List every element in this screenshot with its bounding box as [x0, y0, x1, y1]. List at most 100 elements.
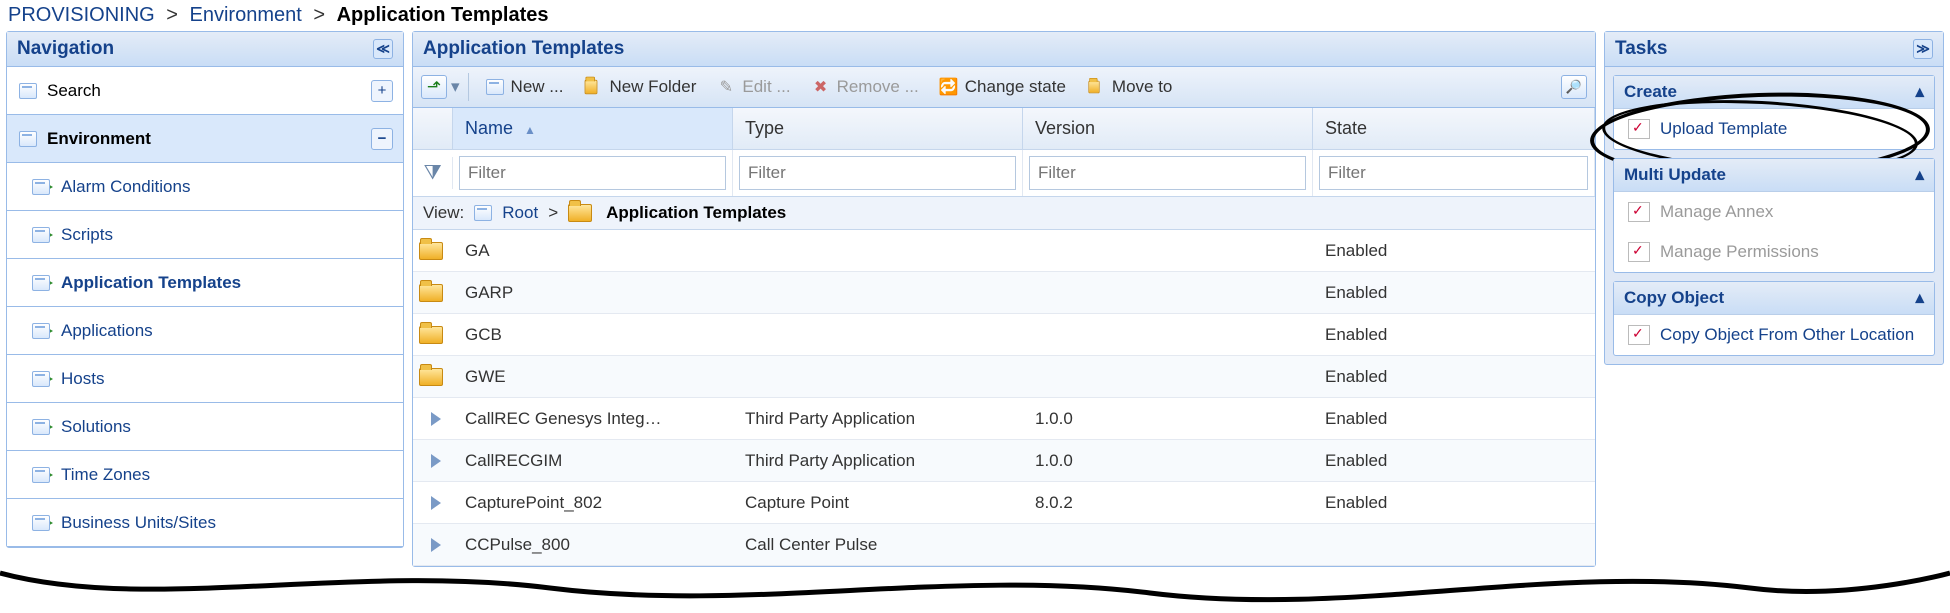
nav-item-label: Alarm Conditions [61, 177, 190, 197]
tasks-multi-header[interactable]: Multi Update ▴ [1614, 159, 1934, 192]
folder-icon [419, 242, 443, 260]
folder-icon [419, 368, 443, 386]
nav-item-icon [31, 273, 53, 293]
tasks-panel: Tasks ≫ Create ▴ Upload Template Multi U [1604, 31, 1944, 365]
nav-item-label: Time Zones [61, 465, 150, 485]
collapse-multi-button[interactable]: ▴ [1915, 165, 1924, 185]
nav-item[interactable]: Scripts [7, 211, 403, 259]
nav-item[interactable]: Applications [7, 307, 403, 355]
change-state-label: Change state [965, 77, 1066, 97]
view-root-link[interactable]: Root [502, 203, 538, 223]
nav-item[interactable]: Time Zones [7, 451, 403, 499]
expand-tasks-button[interactable]: ≫ [1913, 39, 1933, 59]
tasks-multi-section: Multi Update ▴ Manage Annex Manage Permi… [1613, 158, 1935, 273]
navigation-title: Navigation [17, 38, 114, 60]
collapse-create-button[interactable]: ▴ [1915, 82, 1924, 102]
cell-type: Call Center Pulse [733, 535, 1023, 555]
center-title: Application Templates [423, 38, 624, 60]
table-row[interactable]: CapturePoint_802Capture Point8.0.2Enable… [413, 482, 1595, 524]
center-panel: Application Templates ⬏ ▾ New ... New Fo… [412, 31, 1596, 567]
nav-item[interactable]: Business Units/Sites [7, 499, 403, 547]
remove-label: Remove ... [837, 77, 919, 97]
table-row[interactable]: CallRECGIMThird Party Application1.0.0En… [413, 440, 1595, 482]
move-to-label: Move to [1112, 77, 1172, 97]
nav-item-icon [31, 465, 53, 485]
breadcrumb-root[interactable]: PROVISIONING [8, 4, 155, 26]
breadcrumb-current: Application Templates [337, 4, 549, 26]
cell-version: 8.0.2 [1023, 493, 1313, 513]
table-row[interactable]: CallREC Genesys Integ…Third Party Applic… [413, 398, 1595, 440]
table-row[interactable]: GCBEnabled [413, 314, 1595, 356]
tasks-create-title: Create [1624, 82, 1677, 102]
edit-button: ✎ Edit ... [708, 73, 798, 101]
collapse-copy-button[interactable]: ▴ [1915, 288, 1924, 308]
item-icon [431, 538, 441, 552]
environment-folder-icon [17, 129, 39, 149]
add-search-button[interactable]: + [371, 80, 393, 102]
view-label: View: [423, 203, 464, 223]
grid: Name ▲ Type Version State ⧩ View: [413, 108, 1595, 566]
navigation-header: Navigation ≪ [7, 32, 403, 67]
toolbar: ⬏ ▾ New ... New Folder ✎ Edit ... ✖ Remo… [413, 67, 1595, 108]
column-checkbox[interactable] [413, 108, 453, 149]
folder-icon [419, 326, 443, 344]
change-state-button[interactable]: 🔁 Change state [931, 73, 1074, 101]
torn-edge-decoration [0, 563, 1950, 613]
table-row[interactable]: CCPulse_800Call Center Pulse [413, 524, 1595, 566]
column-name[interactable]: Name ▲ [453, 108, 733, 149]
move-to-button[interactable]: Move to [1078, 73, 1180, 101]
filter-version-input[interactable] [1029, 156, 1306, 190]
move-to-icon [1086, 77, 1106, 97]
item-icon [431, 496, 441, 510]
nav-item[interactable]: Solutions [7, 403, 403, 451]
nav-item-label: Hosts [61, 369, 104, 389]
view-current-folder-icon [568, 204, 592, 222]
upload-template-link[interactable]: Upload Template [1614, 109, 1934, 149]
cell-state: Enabled [1313, 493, 1595, 513]
breadcrumb-parent[interactable]: Environment [190, 4, 302, 26]
nav-item[interactable]: Alarm Conditions [7, 163, 403, 211]
column-type[interactable]: Type [733, 108, 1023, 149]
sort-asc-icon: ▲ [524, 123, 536, 137]
nav-item-icon [31, 369, 53, 389]
quick-find-button[interactable]: 🔎 [1561, 75, 1587, 99]
new-icon [485, 77, 505, 97]
new-folder-button[interactable]: New Folder [575, 73, 704, 101]
up-folder-button[interactable]: ⬏ [421, 75, 447, 99]
filter-type-input[interactable] [739, 156, 1016, 190]
column-version[interactable]: Version [1023, 108, 1313, 149]
collapse-environment-button[interactable]: − [371, 128, 393, 150]
dropdown-icon[interactable]: ▾ [451, 77, 460, 97]
copy-object-from-link[interactable]: Copy Object From Other Location [1614, 315, 1934, 355]
filter-state-input[interactable] [1319, 156, 1588, 190]
nav-environment[interactable]: Environment − [7, 115, 403, 163]
column-state[interactable]: State [1313, 108, 1595, 149]
new-button[interactable]: New ... [477, 73, 572, 101]
funnel-icon[interactable]: ⧩ [423, 161, 441, 185]
center-header: Application Templates [413, 32, 1595, 67]
nav-item[interactable]: Application Templates [7, 259, 403, 307]
view-root-icon [474, 205, 492, 221]
tasks-copy-header[interactable]: Copy Object ▴ [1614, 282, 1934, 315]
filter-name-input[interactable] [459, 156, 726, 190]
new-folder-icon [583, 77, 603, 97]
upload-template-label: Upload Template [1660, 119, 1787, 139]
nav-search[interactable]: Search + [7, 67, 403, 115]
tasks-create-header[interactable]: Create ▴ [1614, 76, 1934, 109]
cell-state: Enabled [1313, 283, 1595, 303]
cell-name: GCB [453, 325, 733, 345]
edit-icon: ✎ [716, 77, 736, 97]
nav-item-icon [31, 321, 53, 341]
copy-object-from-label: Copy Object From Other Location [1660, 325, 1914, 345]
collapse-nav-button[interactable]: ≪ [373, 39, 393, 59]
nav-item[interactable]: Hosts [7, 355, 403, 403]
remove-icon: ✖ [811, 77, 831, 97]
table-row[interactable]: GWEEnabled [413, 356, 1595, 398]
copy-object-from-icon [1628, 325, 1650, 345]
tasks-header: Tasks ≫ [1605, 32, 1943, 67]
cell-type: Third Party Application [733, 409, 1023, 429]
table-row[interactable]: GARPEnabled [413, 272, 1595, 314]
table-row[interactable]: GAEnabled [413, 230, 1595, 272]
breadcrumb: PROVISIONING > Environment > Application… [0, 0, 1950, 31]
nav-item-label: Solutions [61, 417, 131, 437]
